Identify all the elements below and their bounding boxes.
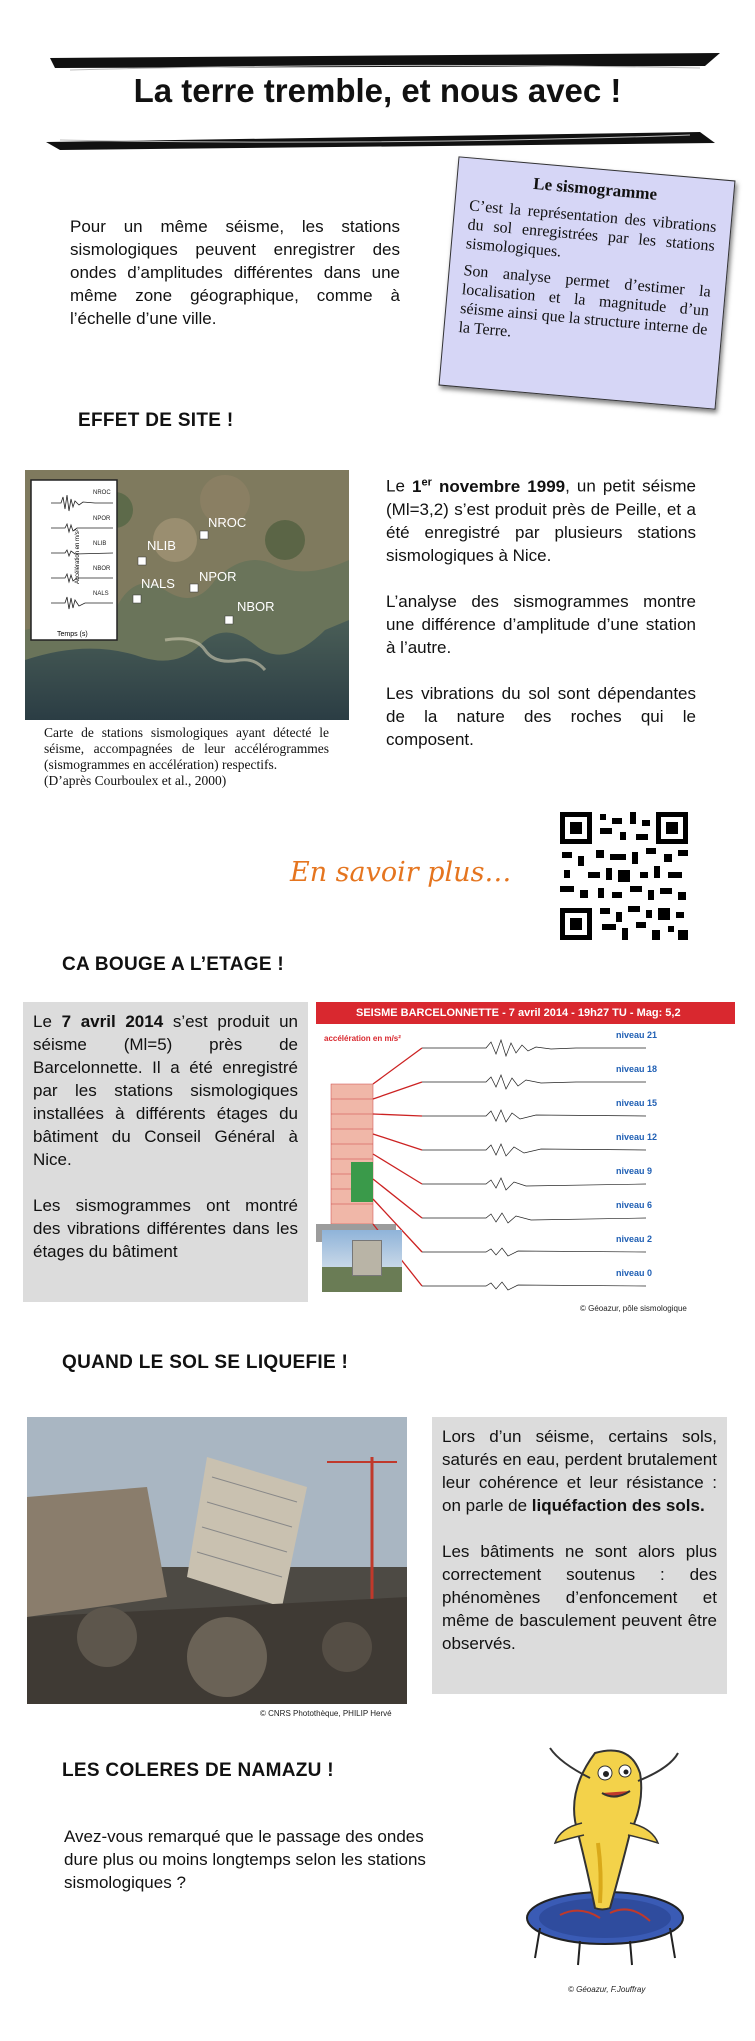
level-label: niveau 21 (616, 1030, 657, 1040)
sismogramme-p2: Son analyse permet d’estimer la localisa… (457, 262, 712, 341)
qr-code-icon[interactable] (560, 812, 688, 940)
level-label: niveau 12 (616, 1132, 657, 1142)
collapsed-buildings-image (27, 1417, 407, 1704)
inset-ylabel: Accélération en m/s² (75, 529, 81, 584)
etage-heading: CA BOUGE A L’ETAGE ! (62, 954, 285, 975)
map-caption: Carte de stations sismologiques ayant dé… (44, 725, 329, 789)
map-caption-source: (D’après Courboulex et al., 2000) (44, 773, 227, 788)
station-marker (189, 583, 199, 593)
station-map: Accélération en m/s² Temps (s) NROC NPOR… (25, 470, 349, 720)
level-label: niveau 6 (616, 1200, 652, 1210)
station-marker (132, 594, 142, 604)
level-label: niveau 2 (616, 1234, 652, 1244)
namazu-heading: LES COLERES DE NAMAZU ! (62, 1760, 334, 1781)
liquefie-heading: QUAND LE SOL SE LIQUEFIE ! (62, 1352, 349, 1373)
page-title: La terre tremble, et nous avec ! (133, 72, 622, 109)
liquefie-p2: Les bâtiments ne sont alors plus correct… (442, 1542, 717, 1653)
en-savoir-plus-link[interactable]: En savoir plus… (290, 857, 511, 888)
inset-row-label: NALS (93, 591, 109, 597)
etage-p2: Les sismogrammes ont montré des vibratio… (33, 1196, 298, 1261)
sismogramme-box: Le sismogramme C’est la représentation d… (438, 156, 736, 410)
etage-p1: Le 7 avril 2014 s’est produit un séisme … (33, 1012, 298, 1169)
inset-row-label: NLIB (93, 541, 106, 547)
etage-text-box: Le 7 avril 2014 s’est produit un séisme … (23, 1002, 308, 1302)
namazu-catfish-illustration (526, 1747, 684, 1966)
station-label: NPOR (199, 569, 237, 584)
liquefie-text-box: Lors d’un séisme, certains sols, saturés… (432, 1417, 727, 1694)
station-marker (224, 615, 234, 625)
namazu-text: Avez-vous remarqué que le passage des on… (64, 1827, 426, 1892)
liquefaction-bold: liquéfaction des sols. (531, 1496, 705, 1515)
station-marker (199, 530, 209, 540)
namazu-credit: © Géoazur, F.Jouffray (568, 1985, 646, 1994)
station-label: NBOR (237, 599, 275, 614)
level-label: niveau 15 (616, 1098, 657, 1108)
effet-site-text: Le 1er novembre 1999, un petit séisme (M… (386, 471, 696, 751)
level-label: niveau 9 (616, 1166, 652, 1176)
intro-text: Pour un même séisme, les stations sismol… (70, 217, 400, 328)
station-label: NALS (141, 576, 175, 591)
barcelonnette-figure: SEISME BARCELONNETTE - 7 avril 2014 - 19… (316, 1002, 735, 1297)
inset-row-label: NROC (93, 490, 111, 496)
etage-credit: © Géoazur, pôle sismologique (580, 1304, 687, 1313)
level-label: niveau 18 (616, 1064, 657, 1074)
effet-site-p3: Les vibrations du sol sont dépendantes d… (386, 683, 696, 749)
map-caption-text: Carte de stations sismologiques ayant dé… (44, 725, 329, 772)
date-bold: 1er novembre 1999 (412, 476, 566, 496)
liquefie-p1: Lors d’un séisme, certains sols, saturés… (442, 1427, 717, 1515)
liquefie-credit: © CNRS Photothèque, PHILIP Hervé (260, 1709, 392, 1718)
inset-row-label: NPOR (93, 516, 111, 522)
date-bold: 7 avril 2014 (61, 1012, 164, 1031)
station-marker (137, 556, 147, 566)
level-label: niveau 0 (616, 1268, 652, 1278)
figure-title: SEISME BARCELONNETTE - 7 avril 2014 - 19… (316, 1002, 735, 1024)
sismogramme-p1: C’est la représentation des vibrations d… (465, 197, 718, 261)
inset-row-label: NBOR (93, 566, 111, 572)
inset-xlabel: Temps (s) (57, 631, 88, 638)
building-photo (322, 1230, 402, 1292)
station-label: NROC (208, 515, 246, 530)
liquefaction-photo (27, 1417, 407, 1704)
station-map-image: Accélération en m/s² Temps (s) NROC NPOR… (25, 470, 349, 720)
effet-site-p2: L’analyse des sismogrammes montre une di… (386, 591, 696, 657)
station-label: NLIB (147, 538, 176, 553)
effet-site-p1: Le 1er novembre 1999, un petit séisme (M… (386, 476, 697, 565)
effet-site-heading: EFFET DE SITE ! (78, 410, 234, 431)
